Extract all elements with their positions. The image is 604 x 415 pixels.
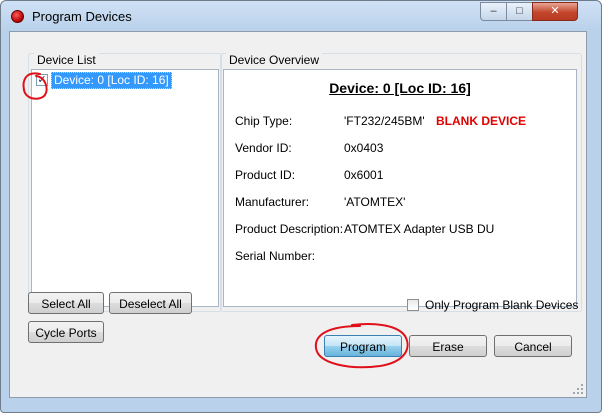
device-list-group: Device List ✓ Device: 0 [Loc ID: 16]	[28, 53, 222, 312]
dialog-client-area: Device List ✓ Device: 0 [Loc ID: 16] Dev…	[9, 31, 587, 398]
device-checkbox[interactable]: ✓	[36, 74, 48, 86]
product-id-value: 0x6001	[344, 168, 384, 182]
device-heading: Device: 0 [Loc ID: 16]	[329, 80, 471, 96]
title-bar[interactable]: Program Devices – □ ✕	[1, 1, 601, 31]
list-item[interactable]: ✓ Device: 0 [Loc ID: 16]	[36, 71, 172, 89]
chip-type-value: 'FT232/245BM'	[344, 114, 425, 128]
minimize-button[interactable]: –	[480, 2, 507, 21]
product-id-label: Product ID:	[235, 168, 296, 182]
blank-device-badge: BLANK DEVICE	[436, 114, 527, 128]
vendor-id-value: 0x0403	[344, 141, 384, 155]
device-overview-title: Device Overview	[226, 53, 323, 67]
manufacturer-label: Manufacturer:	[235, 195, 310, 209]
device-listbox[interactable]: ✓ Device: 0 [Loc ID: 16]	[31, 69, 219, 307]
device-item-label[interactable]: Device: 0 [Loc ID: 16]	[51, 71, 172, 89]
product-description-value: ATOMTEX Adapter USB DU	[344, 222, 495, 236]
device-list-title: Device List	[34, 53, 99, 67]
only-program-blank-option[interactable]: Only Program Blank Devices	[407, 298, 578, 312]
close-button[interactable]: ✕	[532, 2, 578, 21]
program-button[interactable]: Program	[324, 335, 402, 357]
device-overview-panel: Device: 0 [Loc ID: 16] Chip Type: 'FT232…	[223, 69, 577, 307]
erase-button[interactable]: Erase	[409, 335, 487, 357]
manufacturer-value: 'ATOMTEX'	[344, 195, 406, 209]
program-devices-window: Program Devices – □ ✕ Device List ✓ Devi…	[0, 0, 602, 413]
cycle-ports-button[interactable]: Cycle Ports	[28, 321, 104, 343]
device-overview-group: Device Overview Device: 0 [Loc ID: 16] C…	[220, 53, 582, 312]
serial-number-label: Serial Number:	[235, 249, 316, 263]
select-all-button[interactable]: Select All	[28, 292, 104, 314]
vendor-id-label: Vendor ID:	[235, 141, 292, 155]
resize-grip[interactable]	[572, 383, 584, 395]
chip-type-label: Chip Type:	[235, 114, 293, 128]
window-title: Program Devices	[32, 9, 132, 24]
app-icon	[11, 10, 24, 23]
cancel-button[interactable]: Cancel	[494, 335, 572, 357]
product-description-label: Product Description:	[235, 222, 344, 236]
maximize-button[interactable]: □	[506, 2, 533, 21]
deselect-all-button[interactable]: Deselect All	[109, 292, 192, 314]
only-program-blank-label: Only Program Blank Devices	[425, 298, 579, 312]
only-program-blank-checkbox[interactable]	[407, 299, 419, 311]
